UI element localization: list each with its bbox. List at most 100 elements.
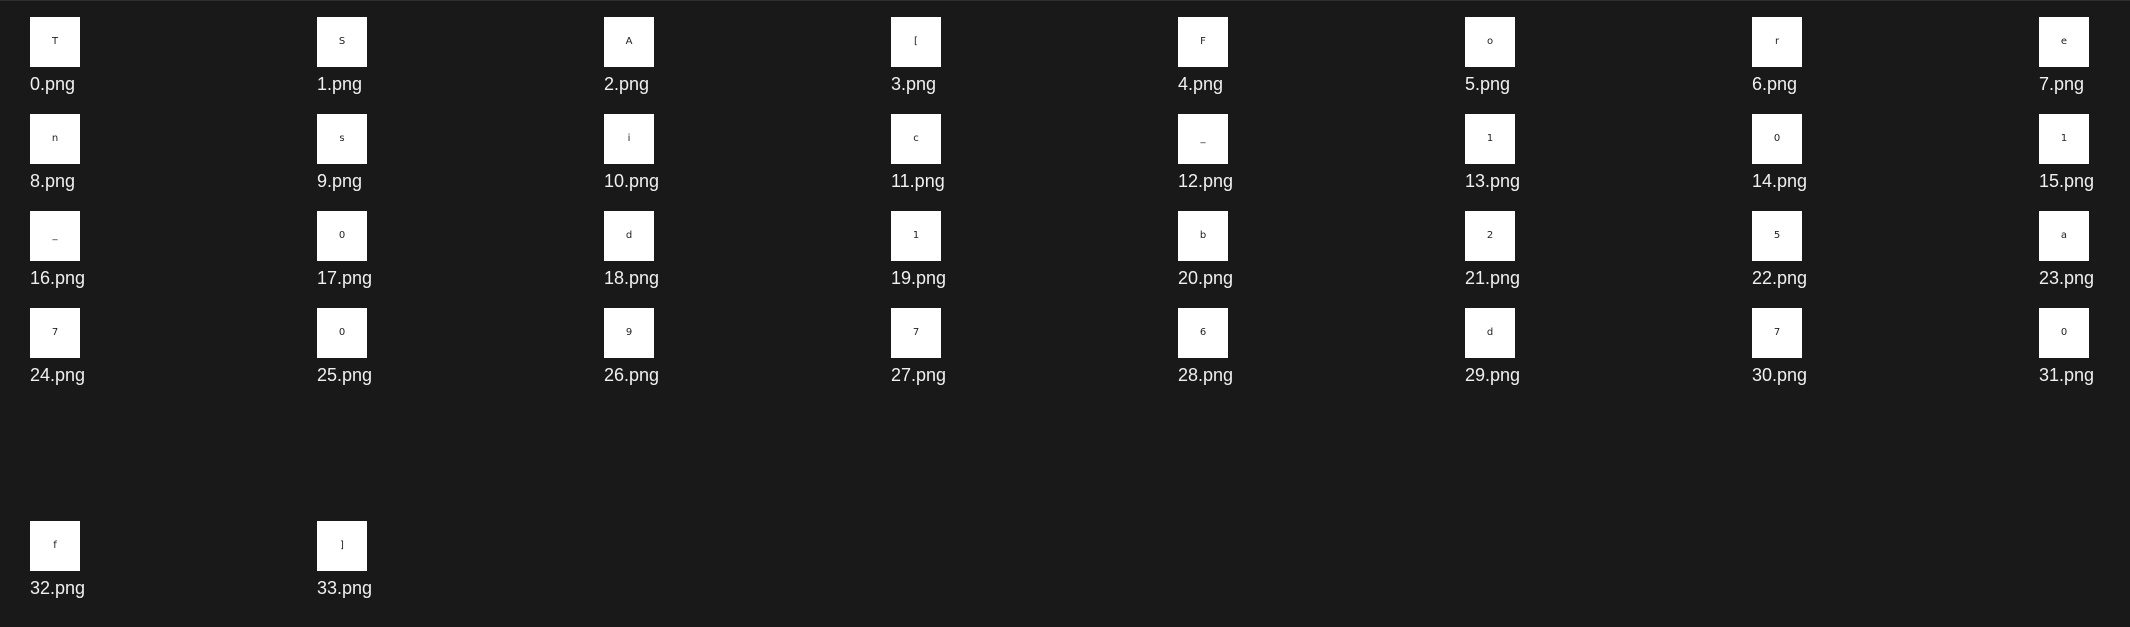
file-name: 22.png — [1752, 268, 1808, 288]
file-thumbnail: s — [317, 114, 367, 164]
thumbnail-glyph: ] — [340, 540, 344, 551]
file-thumbnail: T — [30, 17, 80, 67]
file-name: 23.png — [2039, 268, 2095, 288]
file-name: 32.png — [30, 578, 86, 598]
thumbnail-glyph: 1 — [2060, 133, 2068, 144]
file-thumbnail: 2 — [1465, 211, 1515, 261]
file-thumbnail: A — [604, 17, 654, 67]
thumbnail-glyph: e — [2060, 36, 2068, 47]
file-thumbnail: r — [1752, 17, 1802, 67]
file-name: 12.png — [1178, 171, 1234, 191]
file-thumbnail: 1 — [2039, 114, 2089, 164]
file-thumbnail: b — [1178, 211, 1228, 261]
file-thumbnail: F — [1178, 17, 1228, 67]
file-name: 9.png — [317, 171, 363, 191]
file-name: 5.png — [1465, 74, 1511, 94]
file-name: 14.png — [1752, 171, 1808, 191]
thumbnail-glyph: 9 — [625, 327, 633, 338]
thumbnail-glyph: 0 — [2060, 327, 2068, 338]
thumbnail-glyph: _ — [52, 230, 58, 241]
file-name: 18.png — [604, 268, 660, 288]
file-thumbnail: 7 — [1752, 308, 1802, 358]
thumbnail-glyph: d — [1486, 327, 1494, 338]
file-thumbnail: d — [1465, 308, 1515, 358]
thumbnail-glyph: r — [1774, 36, 1780, 47]
thumbnail-glyph: 0 — [338, 327, 346, 338]
thumbnail-glyph: [ — [914, 36, 918, 47]
thumbnail-glyph: S — [338, 36, 346, 47]
file-thumbnail: i — [604, 114, 654, 164]
file-thumbnail: 1 — [891, 211, 941, 261]
file-name: 11.png — [891, 171, 945, 191]
thumbnail-glyph: d — [625, 230, 633, 241]
thumbnail-glyph: F — [1200, 36, 1206, 47]
file-name: 29.png — [1465, 365, 1521, 385]
file-name: 27.png — [891, 365, 947, 385]
file-thumbnail: e — [2039, 17, 2089, 67]
thumbnail-glyph: 2 — [1486, 230, 1494, 241]
file-thumbnail: _ — [30, 211, 80, 261]
file-name: 6.png — [1752, 74, 1798, 94]
file-name: 3.png — [891, 74, 937, 94]
file-name: 0.png — [30, 74, 76, 94]
file-thumbnail: [ — [891, 17, 941, 67]
file-thumbnail: d — [604, 211, 654, 261]
thumbnail-glyph: 1 — [912, 230, 920, 241]
file-name: 4.png — [1178, 74, 1224, 94]
thumbnail-glyph: 1 — [1486, 133, 1494, 144]
thumbnail-glyph: 7 — [1773, 327, 1781, 338]
file-name: 8.png — [30, 171, 76, 191]
file-name: 17.png — [317, 268, 373, 288]
file-name: 2.png — [604, 74, 650, 94]
thumbnail-glyph: o — [1486, 36, 1494, 47]
file-thumbnail: 7 — [30, 308, 80, 358]
thumbnail-glyph: s — [339, 133, 345, 144]
thumbnail-glyph: 6 — [1199, 327, 1207, 338]
thumbnail-glyph: 7 — [51, 327, 59, 338]
file-thumbnail: 7 — [891, 308, 941, 358]
file-thumbnail: 0 — [2039, 308, 2089, 358]
file-thumbnail: 1 — [1465, 114, 1515, 164]
file-name: 31.png — [2039, 365, 2095, 385]
file-name: 19.png — [891, 268, 947, 288]
file-thumbnail: f — [30, 521, 80, 571]
file-thumbnail: 0 — [317, 308, 367, 358]
file-name: 16.png — [30, 268, 86, 288]
file-name: 33.png — [317, 578, 373, 598]
thumbnail-glyph: 7 — [912, 327, 920, 338]
file-thumbnail: ] — [317, 521, 367, 571]
thumbnail-glyph: 0 — [1773, 133, 1781, 144]
thumbnail-glyph: i — [627, 133, 631, 144]
file-name: 24.png — [30, 365, 86, 385]
file-grid: T 0.png S 1.png A 2.png [3.png F 4.png o 5.png r 6.p… — [0, 0, 2130, 627]
thumbnail-glyph: b — [1199, 230, 1207, 241]
file-name: 13.png — [1465, 171, 1521, 191]
file-thumbnail: c — [891, 114, 941, 164]
file-thumbnail: n — [30, 114, 80, 164]
file-name: 1.png — [317, 74, 363, 94]
thumbnail-glyph: c — [913, 133, 919, 144]
thumbnail-glyph: A — [625, 36, 633, 47]
file-thumbnail: a — [2039, 211, 2089, 261]
file-thumbnail: _ — [1178, 114, 1228, 164]
file-thumbnail: 0 — [1752, 114, 1802, 164]
file-thumbnail: 5 — [1752, 211, 1802, 261]
file-name: 20.png — [1178, 268, 1234, 288]
file-name: 7.png — [2039, 74, 2085, 94]
file-name: 25.png — [317, 365, 373, 385]
thumbnail-glyph: f — [53, 540, 57, 551]
file-name: 30.png — [1752, 365, 1808, 385]
file-thumbnail: 9 — [604, 308, 654, 358]
thumbnail-glyph: T — [51, 36, 59, 47]
thumbnail-glyph: n — [51, 133, 59, 144]
thumbnail-glyph: _ — [1200, 133, 1206, 144]
file-thumbnail: o — [1465, 17, 1515, 67]
thumbnail-glyph: 0 — [338, 230, 346, 241]
file-thumbnail: S — [317, 17, 367, 67]
thumbnail-glyph: a — [2060, 230, 2068, 241]
file-name: 21.png — [1465, 268, 1521, 288]
thumbnail-glyph: 5 — [1773, 230, 1781, 241]
file-name: 15.png — [2039, 171, 2095, 191]
file-name: 10.png — [604, 171, 660, 191]
file-name: 28.png — [1178, 365, 1234, 385]
